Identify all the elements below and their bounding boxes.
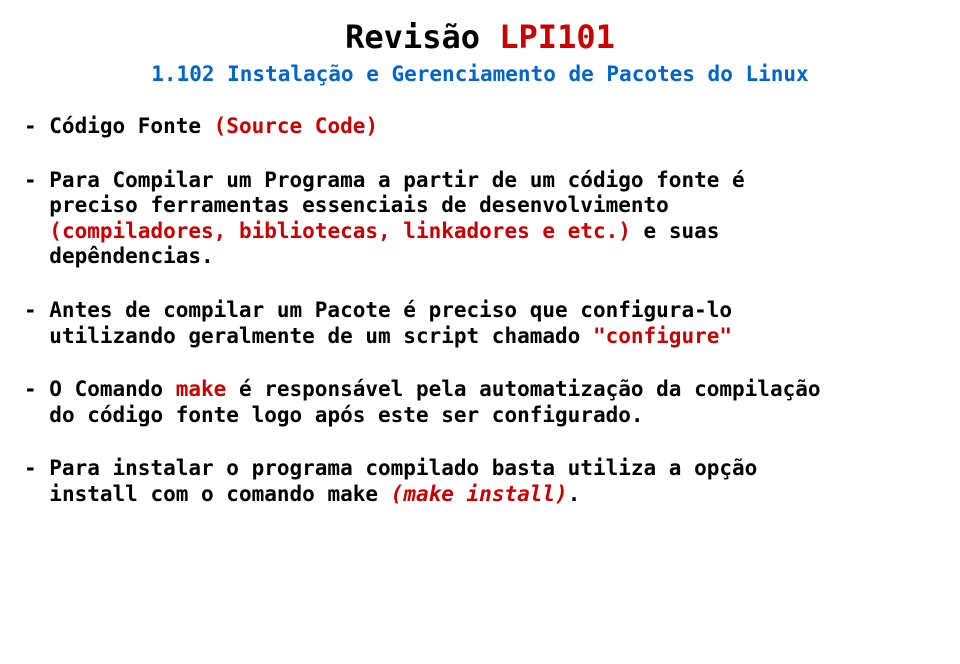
paragraph-4: - O Comando make é responsável pela auto… bbox=[24, 377, 936, 428]
p1-highlight: (Source Code) bbox=[214, 114, 378, 138]
document-page: Revisão LPI101 1.102 Instalação e Gerenc… bbox=[0, 0, 960, 664]
p1-text: - Código Fonte bbox=[24, 114, 214, 138]
section-heading: 1.102 Instalação e Gerenciamento de Paco… bbox=[24, 62, 936, 86]
paragraph-2: - Para Compilar um Programa a partir de … bbox=[24, 168, 936, 270]
paragraph-5: - Para instalar o programa compilado bas… bbox=[24, 456, 936, 507]
p4-highlight: make bbox=[176, 377, 227, 401]
body-content: - Código Fonte (Source Code) - Para Comp… bbox=[24, 114, 936, 508]
p5-text-c: . bbox=[568, 482, 581, 506]
p2-highlight: (compiladores, bibliotecas, linkadores e… bbox=[49, 219, 631, 243]
p5-highlight: (make install) bbox=[391, 482, 568, 506]
paragraph-1: - Código Fonte (Source Code) bbox=[24, 114, 936, 140]
p4-text-a: - O Comando bbox=[24, 377, 176, 401]
paragraph-3: - Antes de compilar um Pacote é preciso … bbox=[24, 298, 936, 349]
title-text-highlight: LPI101 bbox=[499, 18, 615, 56]
page-title: Revisão LPI101 bbox=[24, 18, 936, 56]
title-text-main: Revisão bbox=[345, 18, 499, 56]
p3-highlight: "configure" bbox=[593, 324, 732, 348]
